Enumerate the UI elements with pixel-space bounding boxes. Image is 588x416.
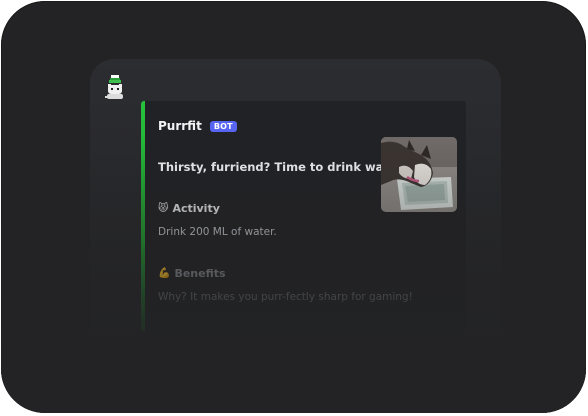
bot-avatar[interactable] (104, 74, 126, 102)
cat-drinking-water-photo (381, 137, 457, 212)
embed-title: Thirsty, furriend? Time to drink water! (158, 160, 408, 174)
device-frame: Purrfit BOT Thirsty, furriend? Time to d… (1, 1, 586, 413)
cat-face-icon: 😾 (158, 203, 169, 214)
embed-card: Purrfit BOT Thirsty, furriend? Time to d… (141, 101, 466, 331)
field-activity-label: Activity (172, 202, 220, 215)
embed-author-row: Purrfit BOT (158, 119, 237, 133)
embed-thumbnail[interactable] (381, 137, 457, 212)
flexed-bicep-icon: 💪 (158, 268, 171, 279)
field-benefits-value: Why? It makes you purr-fectly sharp for … (158, 291, 413, 303)
bot-badge: BOT (209, 120, 237, 132)
field-activity-value: Drink 200 ML of water. (158, 226, 277, 238)
author-name[interactable]: Purrfit (158, 119, 202, 133)
field-benefits-label: Benefits (174, 267, 226, 280)
embed-accent-bar (141, 101, 145, 331)
field-activity-name: 😾 Activity (158, 202, 220, 215)
field-benefits-name: 💪 Benefits (158, 267, 226, 280)
